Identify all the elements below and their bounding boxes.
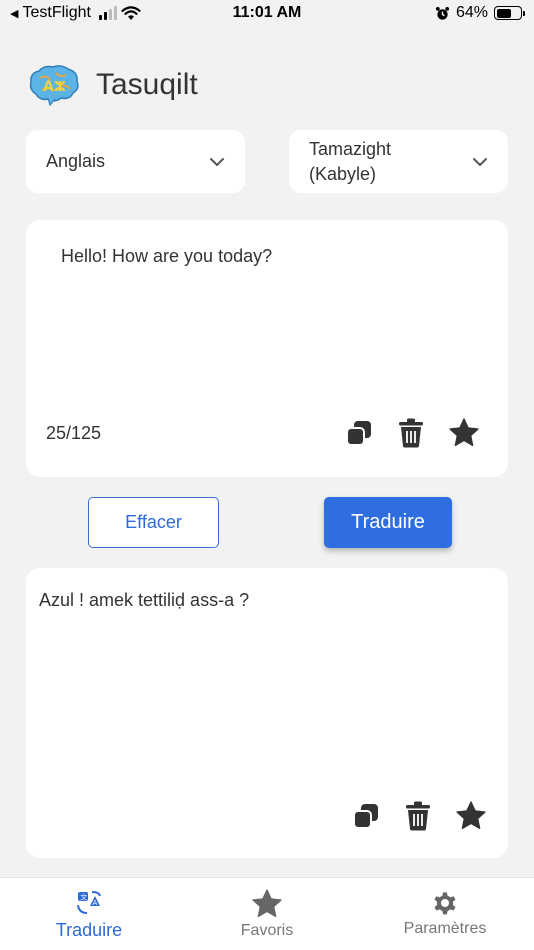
copy-icon bbox=[346, 421, 371, 446]
source-language-select[interactable]: Anglais bbox=[26, 130, 245, 193]
chevron-down-icon bbox=[473, 157, 487, 166]
brain-logo-icon: Aⵣ bbox=[29, 65, 79, 106]
translate-icon: 文 A bbox=[77, 891, 101, 914]
trash-icon bbox=[399, 418, 423, 448]
translated-text: Azul ! amek tettiliḍ ass-a ? bbox=[39, 590, 250, 610]
status-bar: ◀ TestFlight 11:01 AM 64% bbox=[0, 0, 534, 28]
copy-translation-button[interactable] bbox=[349, 799, 383, 833]
target-language-select[interactable]: Tamazight (Kabyle) bbox=[289, 130, 508, 193]
battery-icon bbox=[494, 6, 525, 20]
tab-settings[interactable]: Paramètres bbox=[356, 888, 534, 938]
svg-text:文: 文 bbox=[80, 893, 87, 902]
input-card: Hello! How are you today? 25/125 bbox=[26, 220, 508, 477]
bottom-tab-bar: 文 A Traduire Favoris Paramètres bbox=[0, 877, 534, 950]
trash-icon bbox=[406, 801, 430, 831]
chevron-down-icon bbox=[210, 157, 224, 166]
favorite-translation-button[interactable] bbox=[454, 799, 488, 833]
svg-text:Aⵣ: Aⵣ bbox=[43, 79, 66, 95]
source-language-label: Anglais bbox=[46, 151, 106, 171]
copy-button[interactable] bbox=[342, 416, 376, 450]
copy-icon bbox=[353, 804, 378, 829]
star-icon bbox=[252, 889, 282, 918]
status-right: 64% bbox=[435, 4, 525, 22]
tab-settings-label: Paramètres bbox=[403, 920, 487, 937]
character-counter: 25/125 bbox=[46, 423, 102, 443]
battery-percent: 64% bbox=[455, 4, 488, 21]
tab-favorites[interactable]: Favoris bbox=[178, 888, 356, 940]
target-language-line1: Tamazight bbox=[309, 138, 392, 159]
favorite-button[interactable] bbox=[447, 416, 481, 450]
delete-button[interactable] bbox=[394, 416, 428, 450]
tab-favorites-label: Favoris bbox=[240, 922, 294, 939]
source-text-input[interactable]: Hello! How are you today? bbox=[61, 246, 272, 267]
output-card: Azul ! amek tettiliḍ ass-a ? bbox=[26, 568, 508, 858]
target-language-line2: (Kabyle) bbox=[309, 163, 377, 184]
star-icon bbox=[449, 418, 479, 447]
tab-translate-label: Traduire bbox=[55, 920, 123, 940]
tab-translate[interactable]: 文 A Traduire bbox=[0, 888, 178, 941]
clear-button[interactable]: Effacer bbox=[88, 497, 219, 548]
star-icon bbox=[456, 801, 486, 830]
svg-text:A: A bbox=[93, 899, 98, 907]
delete-translation-button[interactable] bbox=[401, 799, 435, 833]
translate-button[interactable]: Traduire bbox=[324, 497, 452, 548]
app-title: Tasuqilt bbox=[96, 68, 198, 101]
gear-icon bbox=[434, 892, 456, 915]
app-header: Aⵣ Tasuqilt bbox=[28, 64, 198, 106]
alarm-icon bbox=[435, 6, 450, 20]
target-language-label: Tamazight (Kabyle) bbox=[309, 137, 472, 187]
